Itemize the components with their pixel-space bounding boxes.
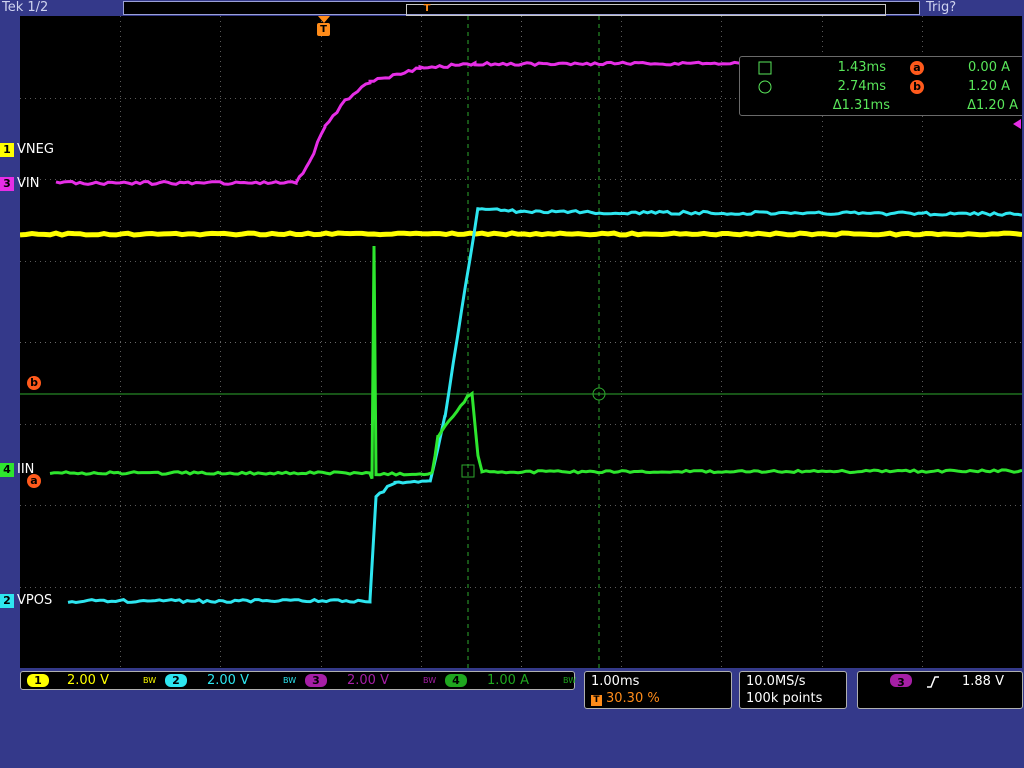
channel1-name: VNEG: [17, 142, 54, 157]
channel-scale-bar: 1 2.00 V BW 2 2.00 V BW 3 2.00 V BW 4 1.…: [20, 671, 575, 690]
ch1-scale[interactable]: 2.00 V: [67, 672, 109, 689]
ch4-scale-pill[interactable]: 4: [445, 674, 467, 687]
cursor-b-badge: b: [910, 80, 924, 94]
ch2-scale-pill[interactable]: 2: [165, 674, 187, 687]
cursor-b-value: 1.20 A: [930, 79, 1010, 94]
channel2-label[interactable]: 2 VPOS: [0, 593, 52, 609]
trigger-level: 1.88 V: [962, 673, 1004, 690]
ch2-scale[interactable]: 2.00 V: [207, 672, 249, 689]
ch1-bw-icon: BW: [143, 672, 156, 689]
cursor-a-value: 0.00 A: [930, 60, 1010, 75]
circle-cursor-icon: [758, 80, 772, 94]
cursor1-time: 1.43ms: [800, 60, 886, 75]
channel2-marker: 2: [0, 594, 14, 608]
trigger-position-readout: T 30.30 %: [591, 690, 660, 707]
trigger-status: Trig?: [926, 0, 956, 15]
rising-edge-icon: [926, 675, 940, 688]
page-indicator[interactable]: 1/2: [27, 0, 48, 15]
trace-vneg: [20, 233, 1022, 235]
channel1-label[interactable]: 1 VNEG: [0, 142, 54, 158]
cursor2-time: 2.74ms: [800, 79, 886, 94]
cursor-b-level-marker[interactable]: b: [27, 376, 41, 390]
bottom-settings-panel: 1 2.00 V BW 2 2.00 V BW 3 2.00 V BW 4 1.…: [0, 668, 1024, 768]
ch1-scale-pill[interactable]: 1: [27, 674, 49, 687]
top-status-bar: Tek 1/2 Trig?: [0, 0, 1024, 16]
trigger-position-marker[interactable]: T: [317, 16, 331, 38]
ch3-scale-pill[interactable]: 3: [305, 674, 327, 687]
delta-time: Δ1.31ms: [780, 98, 890, 113]
ch3-bw-icon: BW: [423, 672, 436, 689]
trigger-t-icon: T: [317, 23, 330, 36]
sample-rate: 10.0MS/s: [746, 673, 806, 690]
ch3-scale[interactable]: 2.00 V: [347, 672, 389, 689]
timebase-scale: 1.00ms: [591, 673, 639, 690]
brand-label: Tek: [2, 0, 23, 15]
trace-vpos: [68, 207, 1022, 602]
acquisition-box[interactable]: 10.0MS/s 100k points: [739, 671, 847, 709]
trigger-t-icon-small: T: [591, 695, 602, 706]
ch2-bw-icon: BW: [283, 672, 296, 689]
channel3-label[interactable]: 3 VIN: [0, 176, 39, 192]
record-view-bar[interactable]: [123, 1, 920, 15]
zoom-window-indicator[interactable]: [406, 4, 886, 16]
record-length: 100k points: [746, 690, 822, 707]
timebase-box[interactable]: 1.00ms T 30.30 %: [584, 671, 732, 709]
channel3-name: VIN: [17, 176, 39, 191]
trigger-box[interactable]: 3 1.88 V: [857, 671, 1023, 709]
trigger-position-value: 30.30 %: [606, 691, 660, 706]
square-cursor-icon: [758, 61, 772, 75]
waveform-display[interactable]: 1.43ms 2.74ms Δ1.31ms a b 0.00 A 1.20 A …: [20, 16, 1022, 668]
cursor-a-level-marker[interactable]: a: [27, 474, 41, 488]
ch4-bw-icon: BW: [563, 672, 576, 689]
delta-current: Δ1.20 A: [930, 98, 1018, 113]
trace-iin: [50, 246, 1022, 479]
trigger-arrow-icon: [318, 16, 330, 23]
channel2-name: VPOS: [17, 593, 52, 608]
trigger-source-pill: 3: [890, 674, 912, 687]
record-trigger-icon: T: [422, 2, 432, 15]
channel1-marker: 1: [0, 143, 14, 157]
cursor-a-badge: a: [910, 61, 924, 75]
channel4-marker: 4: [0, 463, 14, 477]
brand-and-page: Tek 1/2: [2, 0, 48, 15]
trigger-level-marker-icon: [1013, 119, 1021, 129]
ch4-scale[interactable]: 1.00 A: [487, 672, 529, 689]
channel3-marker: 3: [0, 177, 14, 191]
cursor-readout-panel: 1.43ms 2.74ms Δ1.31ms a b 0.00 A 1.20 A …: [739, 56, 1022, 116]
